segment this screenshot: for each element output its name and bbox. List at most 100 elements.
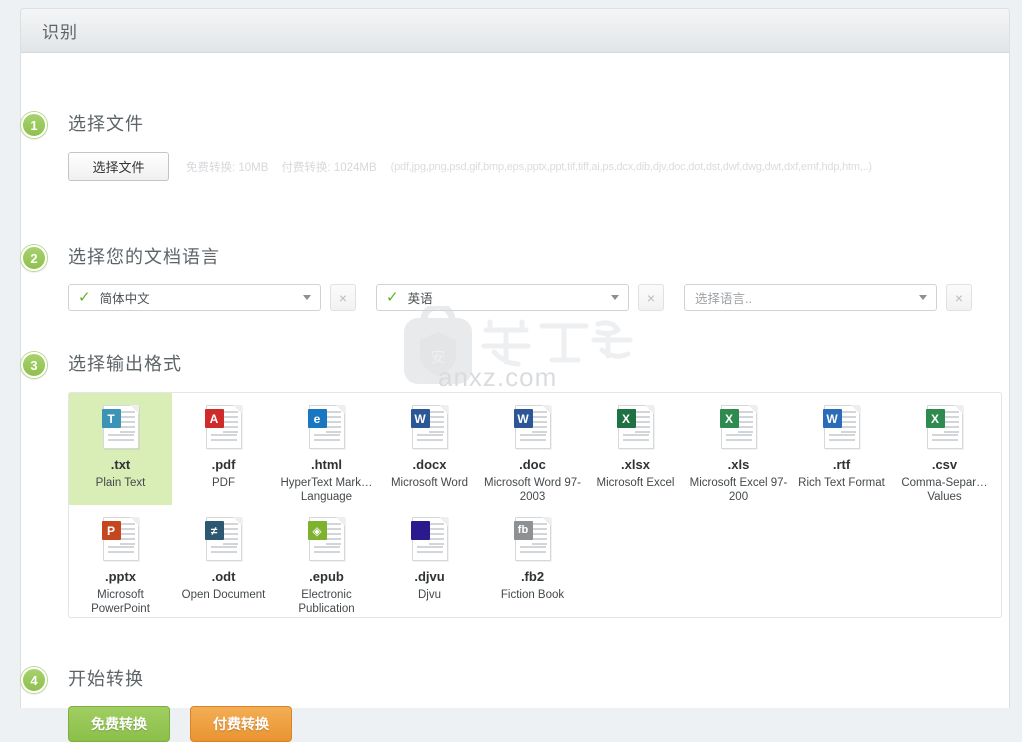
language-select-1[interactable]: ✓ 简体中文 xyxy=(68,284,321,311)
format-tile-rtf[interactable]: W .rtf Rich Text Format xyxy=(790,393,893,505)
csv-file-icon: X xyxy=(924,405,966,451)
chevron-down-icon xyxy=(303,295,311,300)
step-select-file: 1 选择文件 选择文件 免费转换: 10MB 付费转换: 1024MB (pdf,… xyxy=(21,110,1002,181)
txt-file-icon: T xyxy=(100,405,142,451)
language-select-3[interactable]: 选择语言.. xyxy=(684,284,937,311)
language-selectors-row: ✓ 简体中文 × ✓ 英语 × 选择语言.. × xyxy=(42,284,1002,311)
format-name: Microsoft Word xyxy=(390,477,469,489)
paid-convert-button[interactable]: 付费转换 xyxy=(190,706,292,742)
format-tile-csv[interactable]: X .csv Comma-Separ… Values xyxy=(893,393,996,505)
step-title-2: 选择您的文档语言 xyxy=(68,247,220,267)
format-name: Plain Text xyxy=(95,477,146,489)
step-badge-3: 3 xyxy=(21,352,47,378)
chevron-down-icon xyxy=(611,295,619,300)
format-extension: .epub xyxy=(309,569,344,584)
format-name: Electronic Publication xyxy=(298,589,355,615)
format-tile-djvu[interactable]: .djvu Djvu xyxy=(378,505,481,617)
convert-buttons-row: 免费转换 付费转换 xyxy=(42,706,1002,742)
free-limit-text: 免费转换: 10MB xyxy=(186,161,269,174)
format-name: Open Document xyxy=(181,589,266,601)
format-tile-docx[interactable]: W .docx Microsoft Word xyxy=(378,393,481,505)
step-select-output-format: 3 选择输出格式 T .txt Plain Text A .pdf PDF e .html Hy… xyxy=(21,350,1002,618)
fb2-file-icon: fb xyxy=(512,517,554,563)
step-badge-4: 4 xyxy=(21,667,47,693)
paid-limit-text: 付费转换: 1024MB xyxy=(281,161,377,174)
format-extension: .xls xyxy=(727,457,750,472)
format-extension: .pdf xyxy=(211,457,236,472)
format-extension: .txt xyxy=(110,457,131,472)
check-icon: ✓ xyxy=(386,289,399,306)
clear-language-button-1[interactable]: × xyxy=(330,284,356,311)
format-grid: T .txt Plain Text A .pdf PDF e .html HyperText M… xyxy=(68,392,1002,618)
free-convert-button[interactable]: 免费转换 xyxy=(68,706,170,742)
clear-language-button-2[interactable]: × xyxy=(638,284,664,311)
step-badge-1: 1 xyxy=(21,112,47,138)
epub-file-icon: ◈ xyxy=(306,517,348,563)
recognition-panel: 识别 1 选择文件 选择文件 免费转换: 10MB 付费转换: 1024MB (p… xyxy=(20,8,1010,742)
step-select-language: 2 选择您的文档语言 ✓ 简体中文 × ✓ 英语 × 选择语言.. × xyxy=(21,243,1002,311)
format-tile-fb2[interactable]: fb .fb2 Fiction Book xyxy=(481,505,584,617)
format-extension: .html xyxy=(310,457,343,472)
odt-file-icon: ≠ xyxy=(203,517,245,563)
step-start-conversion: 4 开始转换 免费转换 付费转换 xyxy=(21,665,1002,742)
docx-file-icon: W xyxy=(409,405,451,451)
format-name: Rich Text Format xyxy=(798,477,885,489)
language-select-group-2: ✓ 英语 × xyxy=(376,284,664,311)
format-row: T .txt Plain Text A .pdf PDF e .html HyperText M… xyxy=(69,393,1001,505)
html-file-icon: e xyxy=(306,405,348,451)
format-extension: .djvu xyxy=(414,569,445,584)
file-size-hint: 免费转换: 10MB 付费转换: 1024MB xyxy=(186,159,377,175)
language-select-value-2: 英语 xyxy=(407,292,433,306)
format-row: P .pptx Microsoft PowerPoint ≠ .odt Open Docu… xyxy=(69,505,1001,617)
format-name: Comma-Separ… Values xyxy=(901,477,988,503)
format-tile-odt[interactable]: ≠ .odt Open Document xyxy=(172,505,275,617)
chevron-down-icon xyxy=(919,295,927,300)
format-extension: .rtf xyxy=(832,457,851,472)
format-extension: .xlsx xyxy=(621,457,650,472)
format-extension: .doc xyxy=(519,457,546,472)
format-tile-epub[interactable]: ◈ .epub Electronic Publication xyxy=(275,505,378,617)
clear-language-button-3[interactable]: × xyxy=(946,284,972,311)
page-title: 识别 xyxy=(42,23,78,42)
xls-file-icon: X xyxy=(718,405,760,451)
language-select-group-1: ✓ 简体中文 × xyxy=(68,284,356,311)
format-name: HyperText Mark… Language xyxy=(280,477,373,503)
rtf-file-icon: W xyxy=(821,405,863,451)
format-tile-doc[interactable]: W .doc Microsoft Word 97-2003 xyxy=(481,393,584,505)
step-badge-2: 2 xyxy=(21,245,47,271)
format-name: Microsoft Excel 97-200 xyxy=(689,477,788,503)
format-tile-txt[interactable]: T .txt Plain Text xyxy=(69,393,172,505)
supported-formats-hint: (pdf,jpg,png,psd,gif,bmp,eps,pptx,ppt,ti… xyxy=(390,160,872,173)
language-select-value-1: 简体中文 xyxy=(99,292,150,306)
format-name: Fiction Book xyxy=(500,589,565,601)
language-select-value-3: 选择语言.. xyxy=(695,292,752,306)
file-chooser-row: 选择文件 免费转换: 10MB 付费转换: 1024MB (pdf,jpg,png… xyxy=(42,152,1002,181)
format-name: Microsoft Word 97-2003 xyxy=(484,477,581,503)
step-title-3: 选择输出格式 xyxy=(68,354,182,374)
format-name: Microsoft Excel xyxy=(596,477,675,489)
format-tile-pptx[interactable]: P .pptx Microsoft PowerPoint xyxy=(69,505,172,617)
step-title-4: 开始转换 xyxy=(68,669,144,689)
panel-header: 识别 xyxy=(21,9,1009,53)
djvu-file-icon xyxy=(409,517,451,563)
format-name: Microsoft PowerPoint xyxy=(91,589,150,615)
choose-file-button[interactable]: 选择文件 xyxy=(68,152,169,181)
format-extension: .fb2 xyxy=(520,569,545,584)
doc-file-icon: W xyxy=(512,405,554,451)
format-tile-html[interactable]: e .html HyperText Mark… Language xyxy=(275,393,378,505)
pdf-file-icon: A xyxy=(203,405,245,451)
format-name: PDF xyxy=(212,477,235,489)
format-tile-xlsx[interactable]: X .xlsx Microsoft Excel xyxy=(584,393,687,505)
language-select-group-3: 选择语言.. × xyxy=(684,284,972,311)
format-name: Djvu xyxy=(417,589,441,601)
format-tile-pdf[interactable]: A .pdf PDF xyxy=(172,393,275,505)
xlsx-file-icon: X xyxy=(615,405,657,451)
format-tile-xls[interactable]: X .xls Microsoft Excel 97-200 xyxy=(687,393,790,505)
format-extension: .pptx xyxy=(104,569,137,584)
format-extension: .odt xyxy=(211,569,236,584)
language-select-2[interactable]: ✓ 英语 xyxy=(376,284,629,311)
check-icon: ✓ xyxy=(78,289,91,306)
format-extension: .docx xyxy=(412,457,447,472)
pptx-file-icon: P xyxy=(100,517,142,563)
format-extension: .csv xyxy=(931,457,958,472)
